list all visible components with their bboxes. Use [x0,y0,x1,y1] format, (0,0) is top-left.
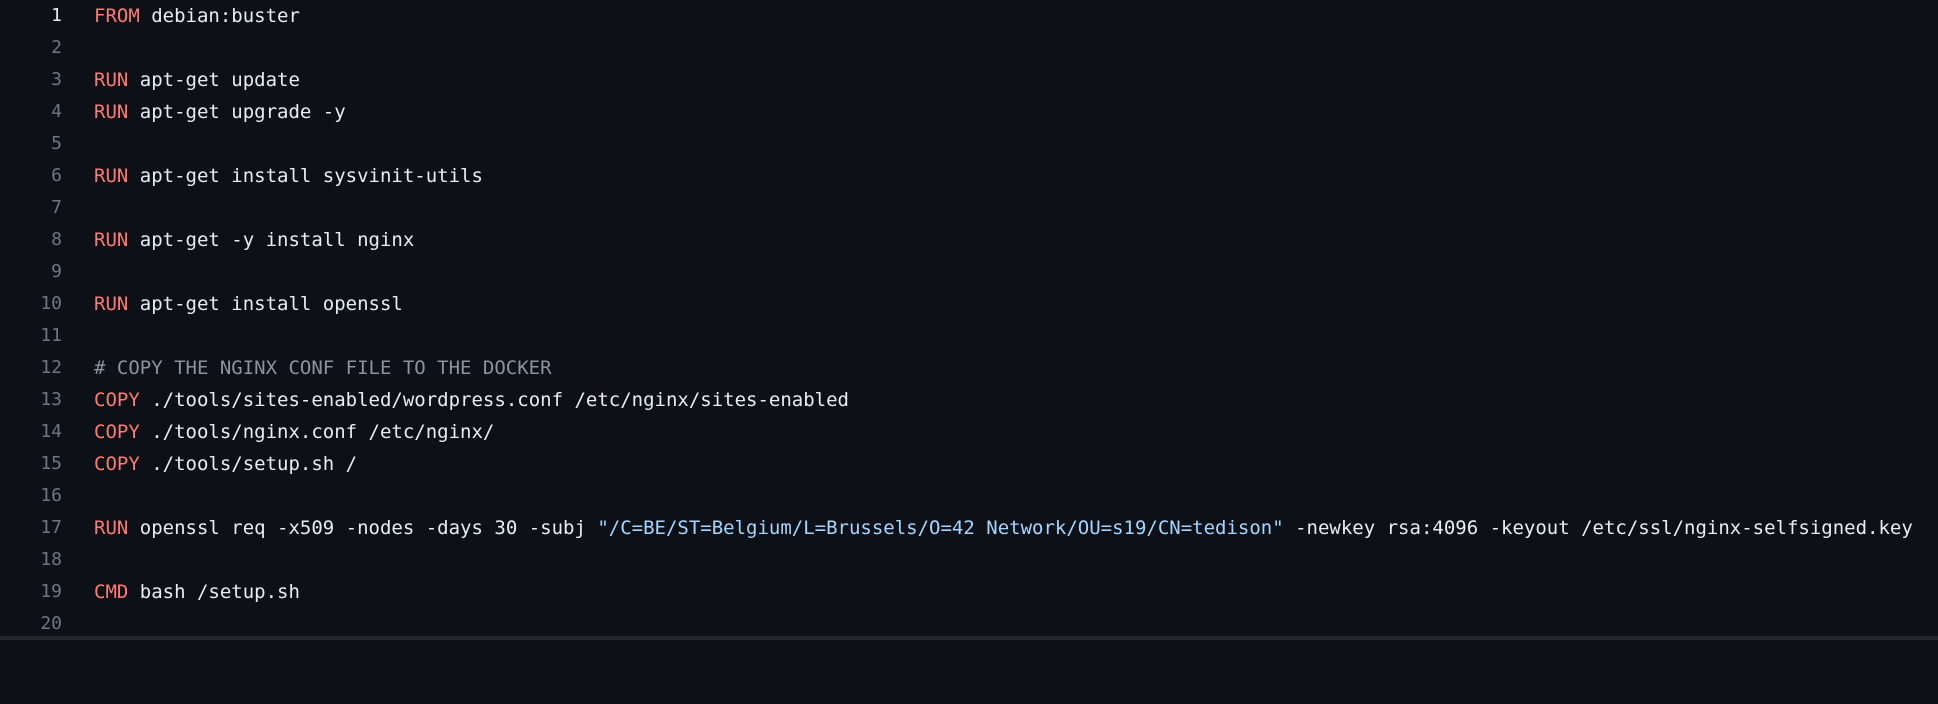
keyword-token: RUN [94,69,129,91]
code-line: 12 # COPY THE NGINX CONF FILE TO THE DOC… [0,352,1938,384]
keyword-token: RUN [94,517,129,539]
line-content: COPY ./tools/nginx.conf /etc/nginx/ [94,416,494,448]
code-text: ./tools/setup.sh / [139,453,358,475]
line-number: 14 [40,421,62,442]
line-number: 6 [51,165,62,186]
line-content: RUN apt-get upgrade -y [94,96,346,128]
line-number: 9 [51,261,62,282]
line-number: 2 [51,37,62,58]
code-text: apt-get -y install nginx [128,229,415,251]
code-line: 16 [0,480,1938,512]
code-line: 15 COPY ./tools/setup.sh / [0,448,1938,480]
code-line: 11 [0,320,1938,352]
comment-text: # COPY THE NGINX CONF FILE TO THE DOCKER [94,357,552,379]
keyword-token: COPY [94,453,140,475]
code-text: apt-get upgrade -y [128,101,346,123]
code-text: ./tools/nginx.conf /etc/nginx/ [139,421,495,443]
code-line: 3 RUN apt-get update [0,64,1938,96]
code-text: ./tools/sites-enabled/wordpress.conf /et… [139,389,849,411]
line-content: COPY ./tools/sites-enabled/wordpress.con… [94,384,849,416]
line-number: 17 [40,517,62,538]
code-editor: 1 FROM debian:buster 2 3 RUN apt-get upd… [0,0,1938,640]
keyword-token: FROM [94,5,140,27]
code-line: 9 [0,256,1938,288]
keyword-token: RUN [94,229,129,251]
line-number: 5 [51,133,62,154]
code-line: 18 [0,544,1938,576]
keyword-token: RUN [94,165,129,187]
code-text: apt-get install sysvinit-utils [128,165,483,187]
code-text: apt-get install openssl [128,293,403,315]
line-number: 19 [40,581,62,602]
line-content: CMD bash /setup.sh [94,576,300,608]
keyword-token: CMD [94,581,129,603]
line-number: 11 [40,325,62,346]
code-line: 2 [0,32,1938,64]
code-line: 4 RUN apt-get upgrade -y [0,96,1938,128]
line-content: FROM debian:buster [94,0,300,32]
code-text: -newkey rsa:4096 -keyout /etc/ssl/nginx-… [1283,517,1913,539]
code-line: 7 [0,192,1938,224]
string-literal: "/C=BE/ST=Belgium/L=Brussels/O=42 Networ… [597,517,1284,539]
line-number: 1 [51,5,62,26]
line-number: 8 [51,229,62,250]
line-number: 18 [40,549,62,570]
code-text: openssl req -x509 -nodes -days 30 -subj [128,517,598,539]
line-number: 12 [40,357,62,378]
code-line: 14 COPY ./tools/nginx.conf /etc/nginx/ [0,416,1938,448]
code-text: bash /setup.sh [128,581,300,603]
code-line: 10 RUN apt-get install openssl [0,288,1938,320]
line-number: 4 [51,101,62,122]
code-text: apt-get update [128,69,300,91]
line-number: 10 [40,293,62,314]
code-line: 1 FROM debian:buster [0,0,1938,32]
line-content: RUN apt-get install sysvinit-utils [94,160,483,192]
line-content: RUN apt-get -y install nginx [94,224,414,256]
line-content: RUN openssl req -x509 -nodes -days 30 -s… [94,512,1913,544]
code-line: 6 RUN apt-get install sysvinit-utils [0,160,1938,192]
line-content: COPY ./tools/setup.sh / [94,448,357,480]
code-line: 5 [0,128,1938,160]
line-number: 13 [40,389,62,410]
line-number: 16 [40,485,62,506]
line-number: 15 [40,453,62,474]
line-content: RUN apt-get install openssl [94,288,403,320]
line-content: # COPY THE NGINX CONF FILE TO THE DOCKER [94,352,552,384]
code-text: debian:buster [139,5,300,27]
code-line: 8 RUN apt-get -y install nginx [0,224,1938,256]
line-number: 3 [51,69,62,90]
keyword-token: COPY [94,389,140,411]
code-line: 19 CMD bash /setup.sh [0,576,1938,608]
line-content: RUN apt-get update [94,64,300,96]
horizontal-scrollbar[interactable] [0,636,1938,640]
keyword-token: RUN [94,101,129,123]
keyword-token: COPY [94,421,140,443]
line-number: 7 [51,197,62,218]
code-line: 13 COPY ./tools/sites-enabled/wordpress.… [0,384,1938,416]
keyword-token: RUN [94,293,129,315]
code-line: 17 RUN openssl req -x509 -nodes -days 30… [0,512,1938,544]
